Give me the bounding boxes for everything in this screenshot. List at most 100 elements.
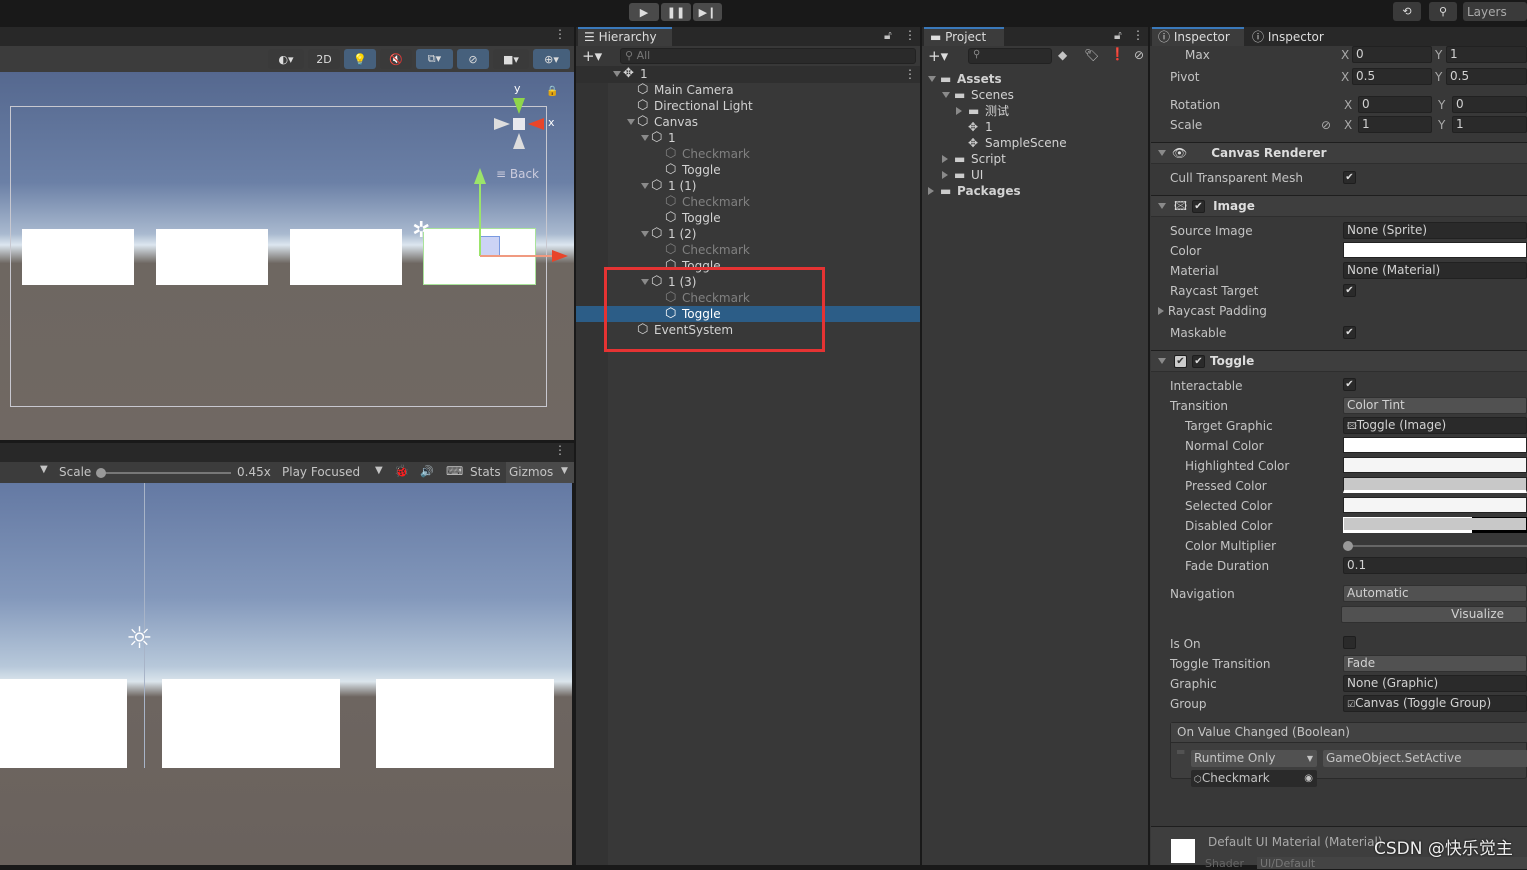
fade-duration-field[interactable]: 0.1	[1343, 557, 1527, 574]
selected-color-swatch[interactable]	[1343, 497, 1527, 513]
tab-project[interactable]: ▬ Project	[924, 27, 1004, 46]
raycast-padding-foldout[interactable]: Raycast Padding	[1158, 303, 1267, 319]
tab-hierarchy[interactable]: ☰ Hierarchy	[578, 27, 672, 46]
keyboard-icon[interactable]: ⌨	[446, 464, 463, 478]
move-y-arrow-icon[interactable]	[474, 168, 486, 184]
scale-slider[interactable]	[96, 468, 231, 478]
warning-icon[interactable]: ❗	[1110, 47, 1125, 61]
expand-arrow-icon[interactable]	[928, 187, 934, 195]
play-mode-dropdown[interactable]: Play Focused	[282, 465, 360, 479]
scene-gizmo-icon[interactable]	[513, 118, 525, 130]
bug-icon[interactable]: 🐞	[394, 464, 409, 478]
hierarchy-item[interactable]: ⬡ 1 (1)	[608, 178, 920, 194]
camera-dropdown[interactable]: ■▾	[493, 49, 529, 69]
foldout-arrow-icon[interactable]	[1158, 307, 1164, 315]
graphic-field[interactable]: None (Graphic)	[1343, 675, 1527, 692]
hierarchy-item[interactable]: ✥ 1	[608, 66, 920, 82]
project-item[interactable]: ▬ Assets	[922, 71, 1148, 87]
material-name[interactable]: Default UI Material (Material)	[1208, 835, 1382, 849]
expand-arrow-icon[interactable]	[641, 183, 649, 189]
project-item[interactable]: ✥ 1	[922, 119, 1148, 135]
expand-arrow-icon[interactable]	[942, 92, 950, 98]
project-item[interactable]: ▬ Script	[922, 151, 1148, 167]
filter-type-icon[interactable]: ◆	[1058, 48, 1067, 62]
chevron-down-icon[interactable]: ▼	[561, 466, 568, 476]
project-item[interactable]: ▬ Packages	[922, 183, 1148, 199]
history-icon[interactable]: ⟲	[1393, 2, 1421, 21]
more-icon[interactable]: ⋮	[554, 443, 566, 457]
expand-arrow-icon[interactable]	[641, 135, 649, 141]
mute-audio-icon[interactable]: 🔊	[420, 465, 434, 478]
stats-button[interactable]: Stats	[470, 465, 501, 479]
hierarchy-item[interactable]: ⬡ Checkmark	[608, 242, 920, 258]
color-multiplier-slider[interactable]	[1343, 541, 1527, 551]
scale-y-field[interactable]: 1	[1452, 116, 1527, 133]
hierarchy-item[interactable]: ⬡ Checkmark	[608, 146, 920, 162]
object-picker-icon[interactable]: ◉	[1304, 770, 1313, 787]
hierarchy-item[interactable]: ⬡ 1	[608, 130, 920, 146]
pressed-color-swatch[interactable]	[1343, 477, 1527, 493]
highlighted-color-swatch[interactable]	[1343, 457, 1527, 473]
project-search-input[interactable]: ⚲	[968, 48, 1052, 64]
expand-arrow-icon[interactable]	[613, 71, 621, 77]
hierarchy-item[interactable]: ⬡ 1 (2)	[608, 226, 920, 242]
transition-dropdown[interactable]: Color Tint	[1343, 397, 1527, 414]
image-enabled-checkbox[interactable]: ✔	[1192, 200, 1205, 213]
normal-color-swatch[interactable]	[1343, 437, 1527, 453]
audio-icon[interactable]: 🔇	[380, 49, 412, 69]
max-y-field[interactable]: 1	[1446, 46, 1527, 63]
material-field[interactable]: None (Material)	[1343, 262, 1527, 279]
toggle-enabled-checkbox[interactable]: ✔	[1192, 355, 1205, 368]
interactable-checkbox[interactable]: ✔	[1343, 378, 1356, 391]
move-x-handle[interactable]	[480, 255, 554, 257]
cull-checkbox[interactable]: ✔	[1343, 171, 1356, 184]
more-icon[interactable]: ⋮	[554, 27, 566, 41]
toggle-header[interactable]: ✔ ✔ Toggle	[1151, 350, 1527, 372]
gizmo-x-cone-icon[interactable]	[528, 118, 544, 130]
shading-dropdown[interactable]: ◐▾	[268, 49, 304, 69]
project-item[interactable]: ▬ 测试	[922, 103, 1148, 119]
hierarchy-item[interactable]: ⬡ Directional Light	[608, 98, 920, 114]
target-object-field[interactable]: ⬡Checkmark ◉	[1191, 770, 1317, 787]
project-item[interactable]: ▬ Scenes	[922, 87, 1148, 103]
gizmo-neg-x-cone-icon[interactable]	[494, 118, 510, 130]
image-header[interactable]: 🖾 ✔ Image	[1151, 195, 1527, 217]
tab-inspector-2[interactable]: ⓘ Inspector	[1246, 27, 1342, 46]
function-dropdown[interactable]: GameObject.SetActive	[1323, 750, 1527, 767]
gizmo-neg-y-cone-icon[interactable]	[513, 133, 525, 149]
lock-icon[interactable]: 🔒	[546, 86, 558, 97]
visualize-button[interactable]: Visualize	[1341, 606, 1527, 623]
rotation-x-field[interactable]: 0	[1358, 96, 1432, 113]
lighting-icon[interactable]: 💡	[344, 49, 376, 69]
expand-arrow-icon[interactable]	[928, 76, 936, 82]
expand-arrow-icon[interactable]	[627, 119, 635, 125]
add-button[interactable]: +▾	[582, 47, 602, 65]
gizmo-y-cone-icon[interactable]	[513, 98, 525, 114]
expand-arrow-icon[interactable]	[641, 231, 649, 237]
hierarchy-item[interactable]: ⬡ Toggle	[608, 162, 920, 178]
tab-inspector-1[interactable]: ⓘ Inspector	[1152, 27, 1244, 46]
project-item[interactable]: ▬ UI	[922, 167, 1148, 183]
layers-dropdown[interactable]: Layers	[1463, 2, 1527, 21]
canvas-renderer-header[interactable]: 👁︎ Canvas Renderer	[1151, 142, 1527, 164]
foldout-arrow-icon[interactable]	[1158, 203, 1166, 209]
project-item[interactable]: ✥ SampleScene	[922, 135, 1148, 151]
drag-handle-icon[interactable]: ═	[1177, 745, 1184, 759]
raycast-target-checkbox[interactable]: ✔	[1343, 284, 1356, 297]
target-graphic-field[interactable]: 🖾Toggle (Image)	[1343, 417, 1527, 434]
add-button[interactable]: +▾	[928, 47, 948, 65]
lock-icon[interactable]: 🔓︎	[1114, 28, 1122, 43]
move-y-handle[interactable]	[479, 178, 481, 256]
play-button[interactable]: ▶	[629, 3, 659, 21]
scene-view[interactable]: ✲ y x 🔒 ≡ Back	[0, 72, 574, 440]
source-image-field[interactable]: None (Sprite)	[1343, 222, 1527, 239]
group-field[interactable]: ☑Canvas (Toggle Group)	[1343, 695, 1527, 712]
is-on-checkbox[interactable]	[1343, 636, 1356, 649]
display-dropdown-arrow-icon[interactable]: ▼	[40, 464, 48, 475]
slider-thumb[interactable]	[1343, 541, 1353, 551]
expand-arrow-icon[interactable]	[942, 171, 948, 179]
2d-toggle[interactable]: 2D	[308, 49, 340, 69]
hierarchy-item[interactable]: ⬡ Toggle	[608, 210, 920, 226]
foldout-arrow-icon[interactable]	[1158, 150, 1166, 156]
expand-arrow-icon[interactable]	[942, 155, 948, 163]
